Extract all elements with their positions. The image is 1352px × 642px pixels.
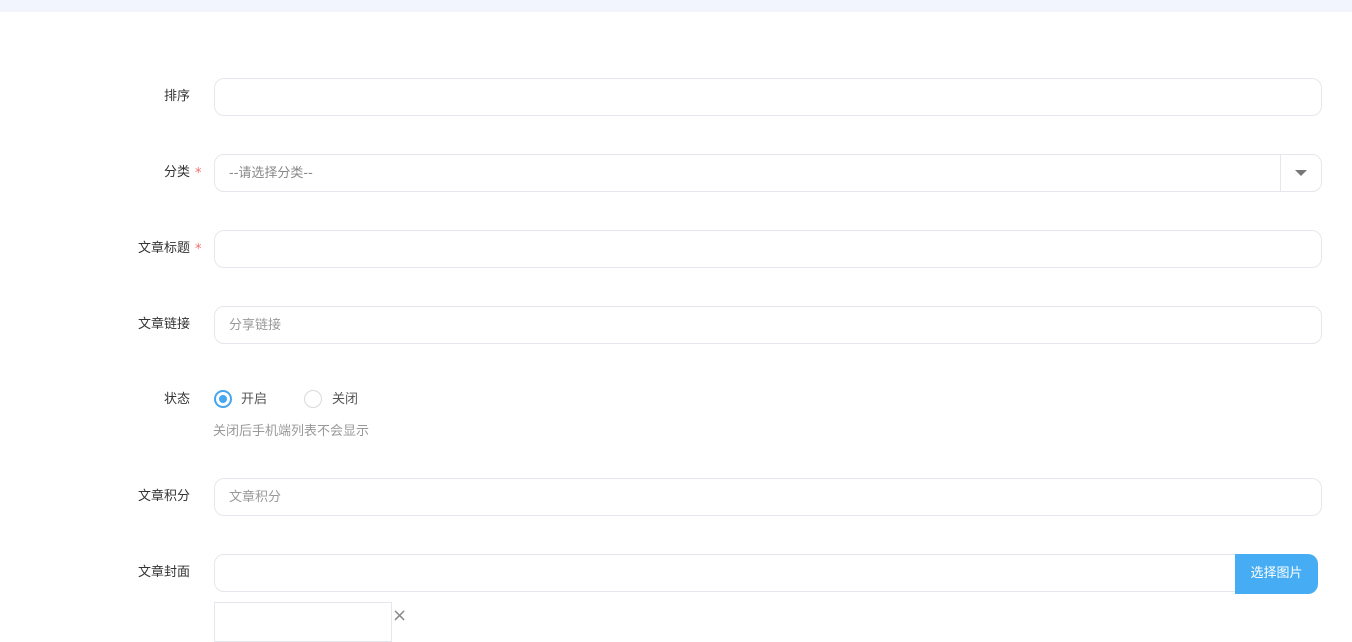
status-hint-text: 关闭后手机端列表不会显示 (213, 424, 370, 439)
link-input[interactable]: 分享链接 (214, 306, 1322, 344)
status-label: 状态 (163, 392, 190, 407)
category-label: 分类 (163, 165, 190, 180)
points-input-placeholder: 文章积分 (229, 490, 282, 505)
select-image-button[interactable]: 选择图片 (1235, 554, 1318, 594)
form-row-cover: 文章封面 选择图片 × (0, 554, 1352, 642)
status-radio-on-label[interactable]: 开启 (241, 391, 267, 409)
form-row-link: 文章链接 分享链接 (0, 306, 1352, 346)
select-divider (1280, 155, 1281, 191)
cover-preview-thumbnail (214, 602, 392, 642)
sort-label: 排序 (163, 89, 190, 104)
form-row-category: 分类 * --请选择分类-- (0, 154, 1352, 194)
cover-input[interactable] (214, 554, 1244, 592)
title-input[interactable] (214, 230, 1322, 268)
category-select-placeholder: --请选择分类-- (229, 166, 313, 181)
link-input-placeholder: 分享链接 (229, 318, 282, 333)
points-label: 文章积分 (137, 489, 190, 504)
status-radio-off-label[interactable]: 关闭 (332, 391, 358, 409)
cover-label: 文章封面 (137, 565, 190, 580)
status-radio-off[interactable] (304, 390, 322, 408)
required-mark: * (195, 166, 202, 181)
category-select[interactable]: --请选择分类-- (214, 154, 1322, 192)
points-input[interactable]: 文章积分 (214, 478, 1322, 516)
sort-input[interactable] (214, 78, 1322, 116)
top-header-strip (0, 0, 1352, 12)
form-row-title: 文章标题 * (0, 230, 1352, 270)
status-radio-on[interactable] (214, 390, 232, 408)
link-label: 文章链接 (137, 317, 190, 332)
required-mark: * (195, 242, 202, 257)
chevron-down-icon[interactable] (1295, 170, 1307, 176)
form-row-status: 状态 开启 关闭 关闭后手机端列表不会显示 (0, 390, 1352, 450)
title-label: 文章标题 (137, 241, 190, 256)
form-row-sort: 排序 (0, 78, 1352, 118)
form-row-points: 文章积分 文章积分 (0, 478, 1352, 518)
close-icon[interactable]: × (392, 607, 407, 625)
